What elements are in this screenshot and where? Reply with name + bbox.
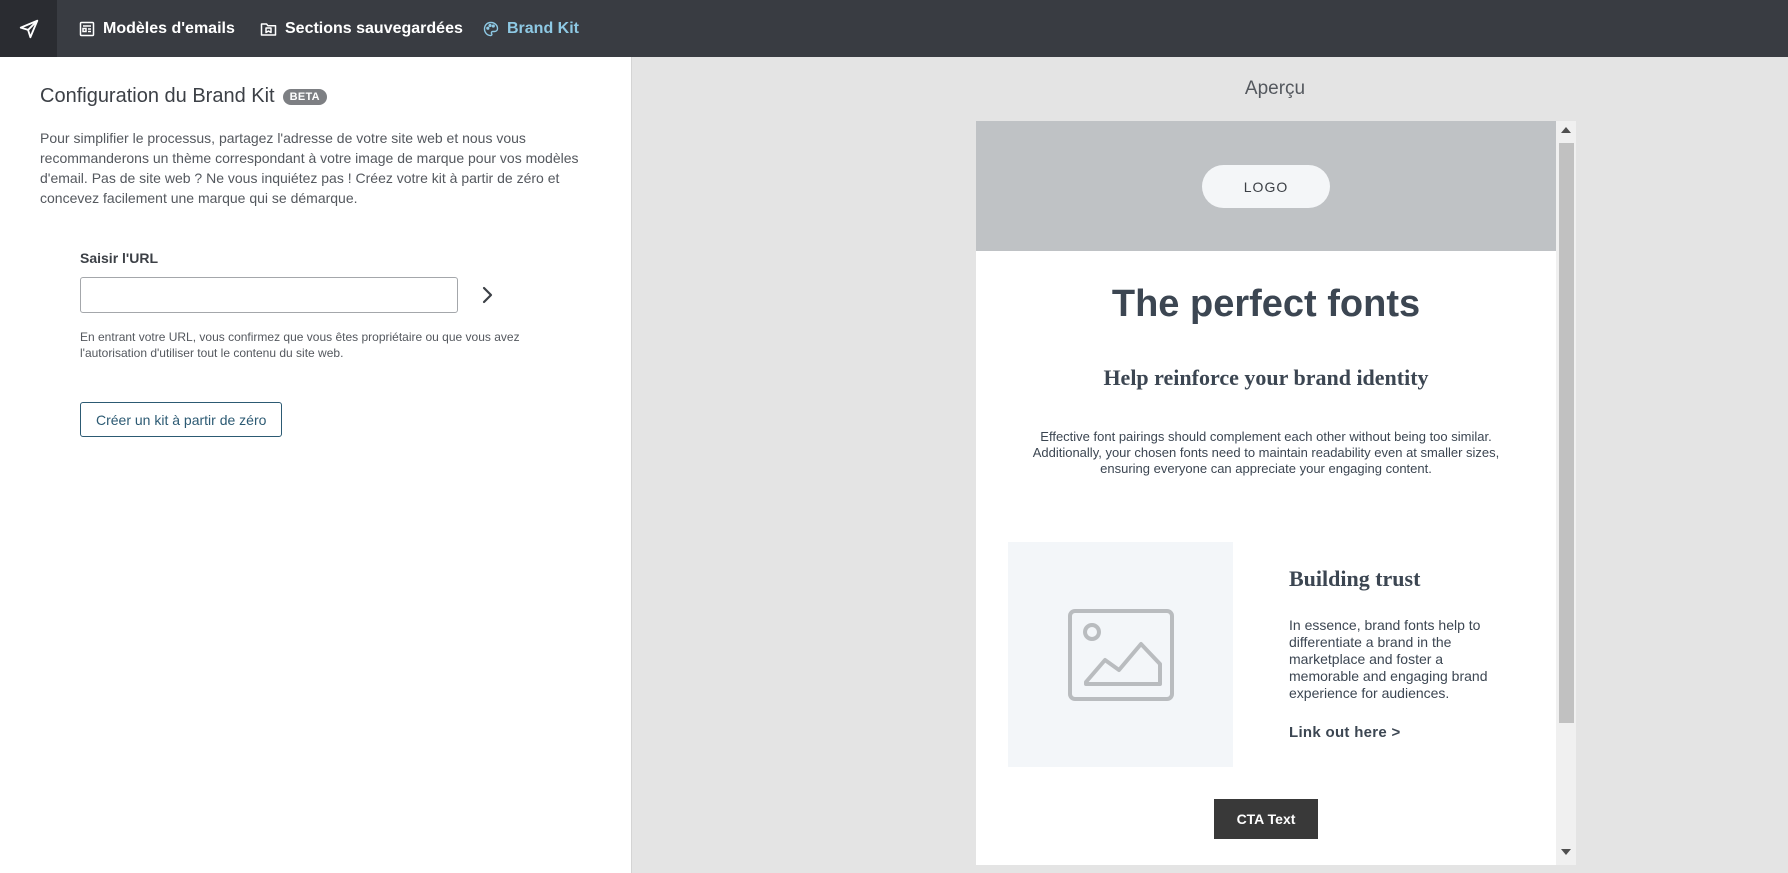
submit-url-button[interactable] (472, 279, 502, 311)
saved-folder-icon (260, 22, 277, 36)
preview-heading: The perfect fonts (1111, 283, 1421, 325)
email-preview-frame: LOGO The perfect fonts Help reinforce yo… (976, 121, 1576, 865)
page-title: Configuration du Brand Kit (40, 85, 275, 107)
nav-templates-label: Modèles d'emails (103, 19, 235, 37)
card-link[interactable]: Link out here > (1289, 724, 1401, 741)
url-label: Saisir l'URL (80, 250, 159, 266)
config-panel: Configuration du Brand Kit BETA Pour sim… (0, 57, 632, 873)
beta-badge: BETA (282, 88, 327, 105)
preview-subheading: Help reinforce your brand identity (1103, 365, 1429, 390)
template-icon (79, 21, 95, 36)
config-title-row: Configuration du Brand Kit BETA (40, 85, 327, 108)
nav-brand-kit-label: Brand Kit (507, 19, 579, 37)
image-placeholder (1008, 542, 1233, 767)
send-logo-button[interactable] (0, 0, 57, 57)
email-header: LOGO (976, 121, 1556, 251)
nav-saved-sections[interactable]: Sections sauvegardées (260, 0, 463, 57)
intro-text: Pour simplifier le processus, partagez l… (40, 130, 579, 206)
create-from-scratch-button[interactable]: Créer un kit à partir de zéro (80, 402, 283, 437)
nav-saved-sections-label: Sections sauvegardées (285, 19, 463, 37)
card-text: In essence, brand fonts help to differen… (1289, 617, 1488, 701)
scroll-down-arrow-icon[interactable] (1561, 849, 1571, 855)
url-disclaimer: En entrant votre URL, vous confirmez que… (80, 330, 520, 360)
preview-title: Aperçu (1244, 78, 1306, 99)
chevron-right-icon (482, 286, 493, 304)
nav-brand-kit[interactable]: Brand Kit (483, 0, 579, 57)
top-nav: Modèles d'emails Sections sauvegardées B… (0, 0, 1788, 57)
nav-templates[interactable]: Modèles d'emails (79, 0, 235, 57)
logo-placeholder: LOGO (1202, 165, 1330, 208)
scrollbar-thumb[interactable] (1559, 143, 1574, 723)
preview-body-text: Effective font pairings should complemen… (1032, 429, 1500, 476)
paper-plane-icon (19, 19, 38, 38)
url-input[interactable] (80, 277, 458, 313)
cta-button[interactable]: CTA Text (1214, 799, 1318, 839)
image-icon (1067, 608, 1174, 701)
card-heading: Building trust (1289, 566, 1421, 591)
palette-icon (483, 21, 499, 36)
scroll-up-arrow-icon[interactable] (1561, 127, 1571, 133)
